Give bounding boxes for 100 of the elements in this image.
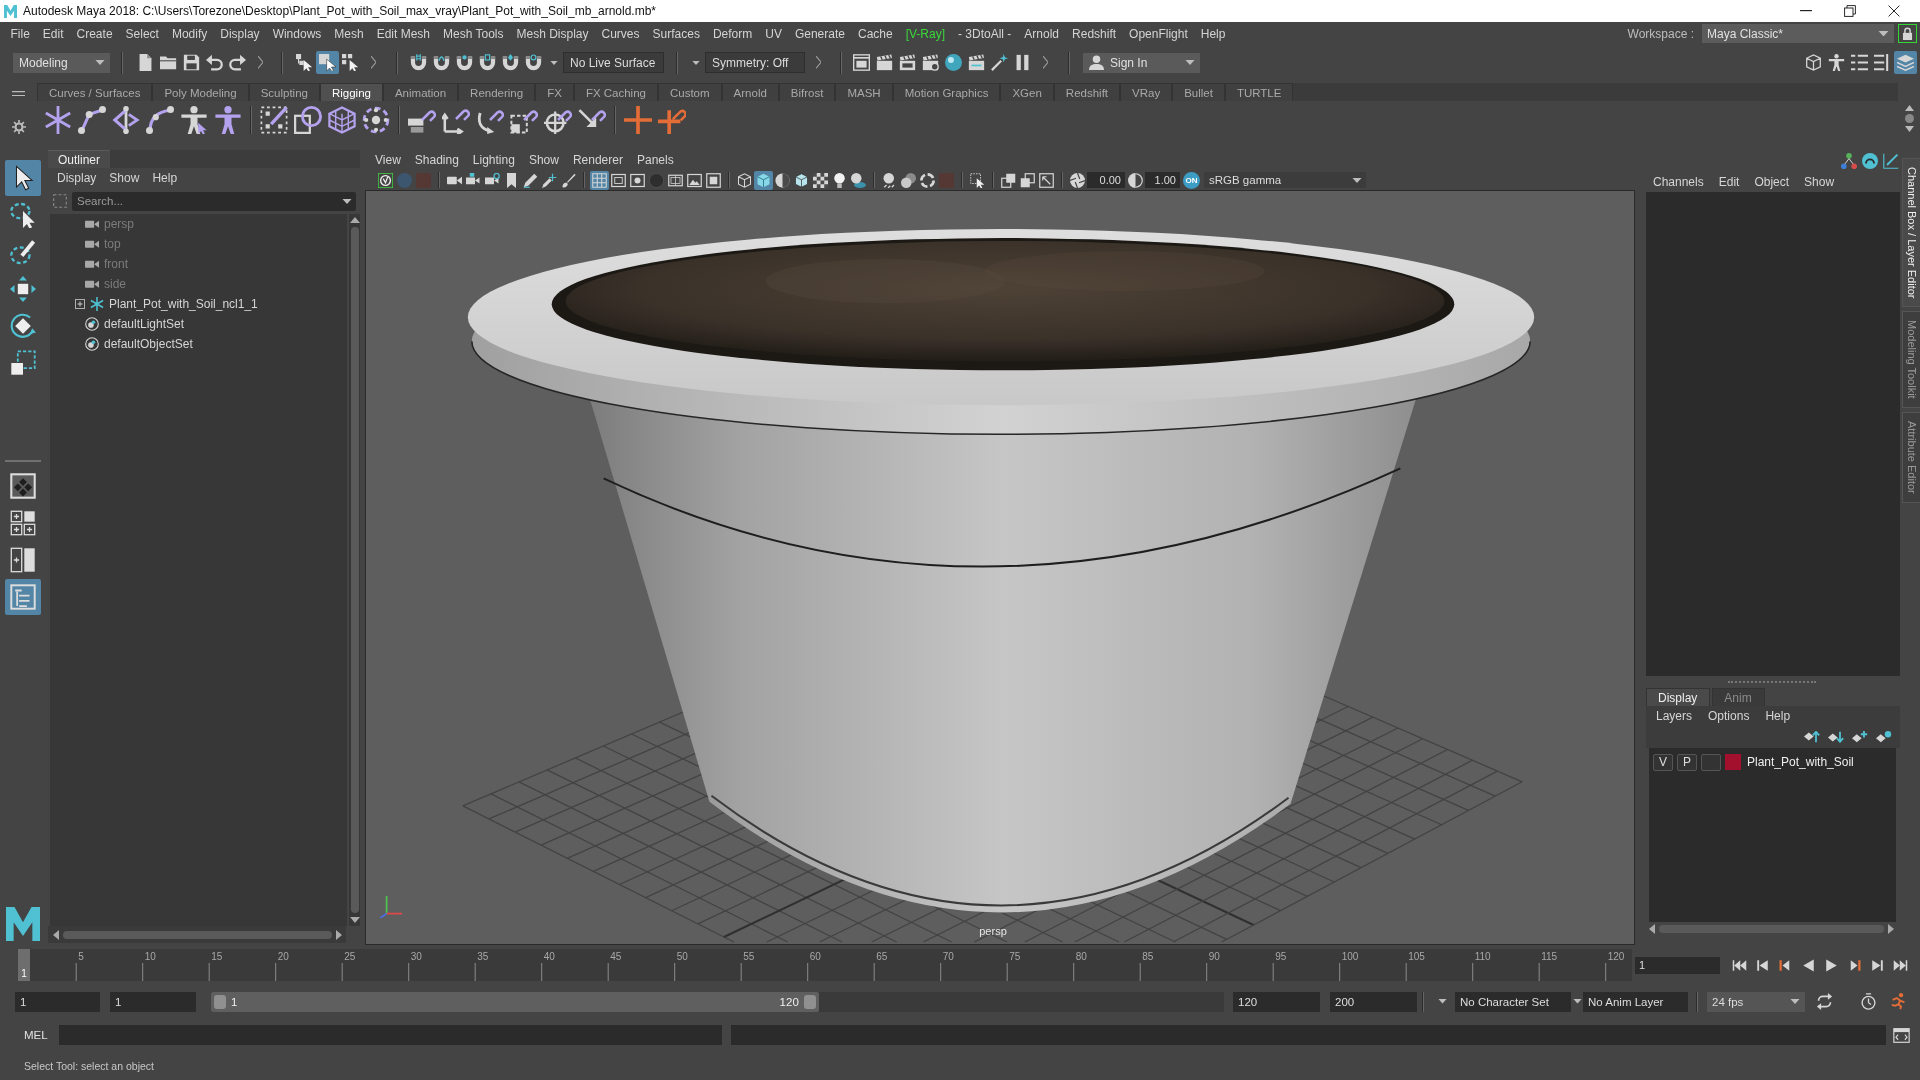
- command-input-field[interactable]: [58, 1025, 722, 1045]
- framed-diamonds-icon[interactable]: [9, 473, 36, 499]
- menu-item[interactable]: Help: [152, 171, 178, 185]
- camera-icon[interactable]: [85, 219, 99, 229]
- menu-item[interactable]: Cache: [851, 26, 900, 41]
- diamond-up-arrow-icon[interactable]: [1804, 731, 1820, 743]
- exposure-field[interactable]: 0.00: [1087, 172, 1125, 188]
- magnet-icon[interactable]: [502, 54, 519, 71]
- save-icon[interactable]: [183, 54, 200, 71]
- ring-icon[interactable]: [1862, 153, 1878, 169]
- code-window-icon[interactable]: [1892, 1026, 1910, 1044]
- window-icon[interactable]: [853, 54, 870, 71]
- outliner-item[interactable]: defaultLightSet: [104, 317, 185, 331]
- menu-item[interactable]: Object: [1754, 175, 1790, 189]
- expand-icon[interactable]: [75, 299, 85, 309]
- set-icon[interactable]: [85, 337, 99, 351]
- character-set-field[interactable]: No Character Set: [1455, 991, 1571, 1012]
- shelf-tab[interactable]: Rigging: [319, 83, 383, 101]
- symmetry-field[interactable]: Symmetry: Off: [705, 52, 805, 73]
- layer-editor-tab[interactable]: Display: [1646, 688, 1711, 706]
- outliner-item[interactable]: Plant_Pot_with_Soil_ncl1_1: [109, 297, 258, 311]
- skip-to-start-icon[interactable]: [1732, 957, 1747, 973]
- horizontal-scrollbar[interactable]: [48, 926, 346, 943]
- check-ring-icon[interactable]: [378, 172, 393, 188]
- menu-item[interactable]: Display: [57, 171, 97, 185]
- figure-icon[interactable]: [1828, 54, 1845, 71]
- restore-icon[interactable]: [1844, 5, 1856, 17]
- shelf-tab[interactable]: Arnold: [721, 83, 779, 101]
- current-frame-marker[interactable]: 1: [18, 949, 30, 981]
- end-frame-field[interactable]: 200: [1330, 991, 1417, 1012]
- play-backward-icon[interactable]: [1801, 957, 1816, 973]
- live-surface-field[interactable]: No Live Surface: [563, 52, 664, 73]
- menu-set-dropdown[interactable]: Modeling: [13, 52, 110, 73]
- vertical-scrollbar[interactable]: [349, 214, 360, 926]
- spheres-icon[interactable]: [901, 172, 916, 188]
- shelf-tab[interactable]: Poly Modeling: [152, 83, 249, 101]
- current-frame-field[interactable]: 1: [1635, 956, 1720, 974]
- caret-icon[interactable]: [1185, 60, 1195, 65]
- grid-icon[interactable]: [590, 170, 609, 190]
- diamond-down-arrow-icon[interactable]: [1828, 731, 1844, 743]
- lattice-icon[interactable]: [328, 105, 356, 134]
- picture-icon[interactable]: [687, 172, 702, 188]
- menu-item[interactable]: Mesh: [327, 26, 371, 41]
- chevron-icon[interactable]: [258, 56, 263, 69]
- wire-cube-icon[interactable]: [737, 172, 752, 188]
- set-icon[interactable]: [85, 317, 99, 331]
- command-language-button[interactable]: MEL: [22, 1029, 50, 1041]
- menu-item[interactable]: Layers: [1656, 709, 1693, 723]
- caret-icon[interactable]: [1878, 30, 1889, 37]
- search-field[interactable]: Search...: [72, 191, 338, 211]
- cube-icon[interactable]: [794, 172, 809, 188]
- workspace-dropdown[interactable]: Maya Classic*: [1702, 24, 1894, 43]
- frame-icon[interactable]: [668, 172, 683, 188]
- layers-icon[interactable]: [1894, 51, 1917, 74]
- magnet-icon[interactable]: [456, 54, 473, 71]
- caret-icon[interactable]: [1573, 999, 1582, 1004]
- range-slider-bar[interactable]: [211, 991, 819, 1012]
- sphere-shadow-icon[interactable]: [851, 172, 866, 188]
- menu-item[interactable]: Mesh Display: [510, 26, 596, 41]
- outliner-item[interactable]: defaultObjectSet: [104, 337, 193, 351]
- sign-in-dropdown[interactable]: Sign In: [1083, 52, 1200, 73]
- object-select-icon[interactable]: [316, 51, 339, 74]
- camera-icon[interactable]: [85, 259, 99, 269]
- menu-item[interactable]: OpenFlight: [1122, 26, 1195, 41]
- playback-end-field[interactable]: 120: [1233, 991, 1320, 1012]
- shelf-tab[interactable]: MASH: [835, 83, 893, 101]
- magnet-icon[interactable]: [433, 54, 450, 71]
- paint-select-icon[interactable]: [9, 239, 36, 265]
- bookmark-icon[interactable]: [504, 172, 519, 188]
- menu-item[interactable]: Windows: [266, 26, 328, 41]
- side-tab[interactable]: Attribute Editor: [1902, 412, 1920, 503]
- menu-item[interactable]: Mesh Tools: [436, 26, 510, 41]
- menu-item[interactable]: Channels: [1653, 175, 1704, 189]
- caret-icon[interactable]: [338, 191, 356, 211]
- dotted-circle-icon[interactable]: [362, 105, 390, 134]
- running-figure-icon[interactable]: [1890, 993, 1907, 1010]
- list-icon[interactable]: [1851, 54, 1868, 71]
- redo-icon[interactable]: [229, 54, 246, 71]
- start-frame-field[interactable]: 1: [15, 991, 100, 1012]
- sphere-cube-icon[interactable]: [294, 105, 322, 134]
- menu-item[interactable]: Redshift: [1065, 26, 1123, 41]
- dot-square-icon[interactable]: [630, 172, 645, 188]
- film-gate-icon[interactable]: [611, 172, 626, 188]
- loop-icon[interactable]: [1816, 993, 1833, 1010]
- menu-item[interactable]: [V-Ray]: [899, 26, 952, 41]
- caret-icon[interactable]: [95, 60, 105, 65]
- menu-item[interactable]: - 3DtoAll -: [951, 26, 1018, 41]
- color-swatch-icon[interactable]: [1725, 754, 1741, 770]
- color-space-dropdown[interactable]: sRGB gamma: [1204, 172, 1366, 188]
- pause-icon[interactable]: [1014, 54, 1031, 71]
- shelf-tab[interactable]: Bifrost: [778, 83, 836, 101]
- scale-icon[interactable]: [9, 350, 36, 376]
- wire-cube-icon[interactable]: [1805, 54, 1822, 71]
- component-select-icon[interactable]: [342, 54, 359, 71]
- scroll-down-icon[interactable]: [1904, 126, 1914, 132]
- cross-icon[interactable]: [624, 105, 652, 134]
- menu-item[interactable]: Lighting: [472, 153, 515, 167]
- framed-square-icon[interactable]: [706, 172, 721, 188]
- shelf-tab[interactable]: Animation: [382, 83, 459, 101]
- menu-item[interactable]: Help: [1765, 709, 1791, 723]
